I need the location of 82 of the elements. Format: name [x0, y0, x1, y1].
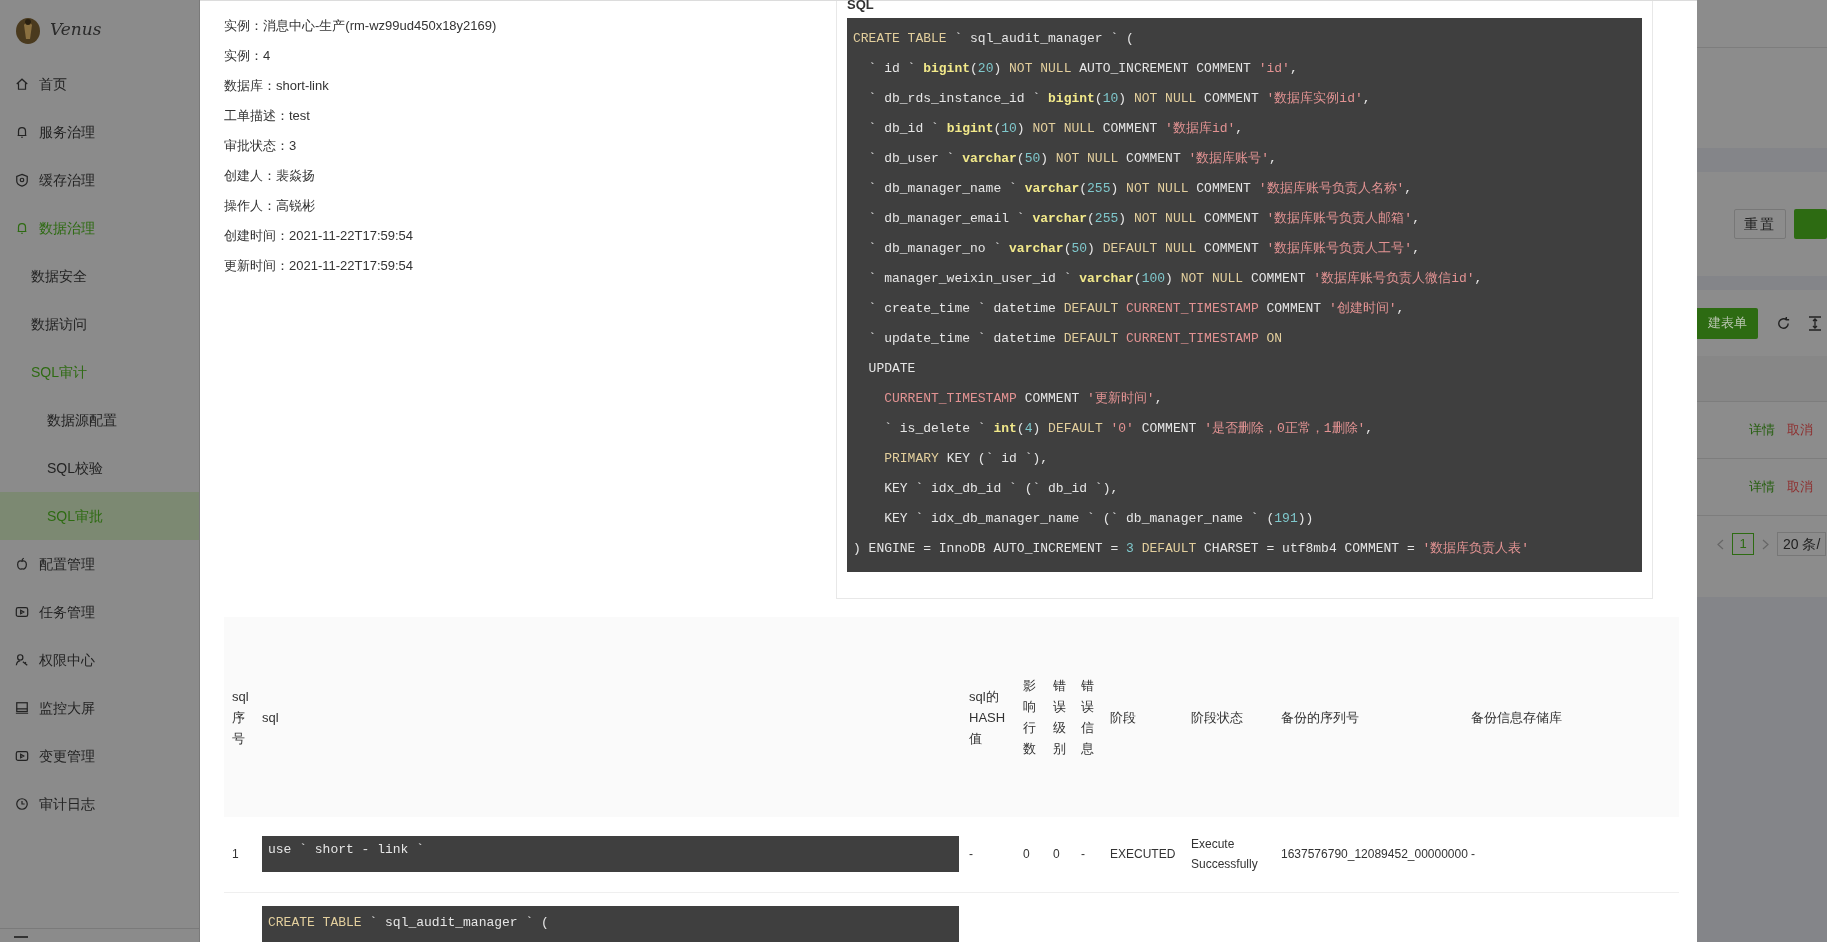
sidebar-item[interactable]: 服务治理	[0, 108, 199, 156]
column-header: sql序号	[224, 617, 257, 817]
detail-line: 操作人：高锐彬	[224, 197, 316, 215]
home-icon	[15, 77, 29, 91]
table-cell: 0	[1023, 847, 1030, 862]
sidebar-item[interactable]: 数据源配置	[0, 396, 199, 444]
apple-icon	[15, 557, 29, 571]
code-line: ) ENGINE = InnoDB AUTO_INCREMENT = 3 DEFAULT CHARSET = utf8mb4 COMMENT = '数据库负责人表'	[853, 540, 1531, 558]
collapse-icon[interactable]	[14, 936, 28, 939]
column-header: 影响行数	[1018, 617, 1048, 817]
column-height-icon[interactable]	[1809, 315, 1821, 331]
monitor-icon	[15, 701, 29, 715]
sidebar-item[interactable]: 权限中心	[0, 636, 199, 684]
code-line: KEY ` idx_db_manager_name ` (` db_manager_name ` (191))	[883, 510, 1315, 528]
table-cell: 0	[1053, 847, 1060, 862]
column-header: 备份信息存储库	[1466, 617, 1679, 817]
clock-icon	[15, 797, 29, 811]
code-line: ` db_manager_no ` varchar(50) DEFAULT NULL COMMENT '数据库账号负责人工号',	[867, 240, 1421, 258]
cancel-link[interactable]: 取消	[1787, 420, 1813, 440]
table-cell: -	[1081, 847, 1085, 862]
play-icon	[15, 749, 29, 763]
page-size-select[interactable]: 20 条/	[1777, 532, 1827, 556]
code-line: ` is_delete ` int(4) DEFAULT '0' COMMENT '是否删除，0正常，1删除',	[883, 420, 1375, 438]
table-cell: EXECUTED	[1110, 847, 1176, 862]
code-line: ` create_time ` datetime DEFAULT CURRENT_TIMESTAMP COMMENT '创建时间',	[867, 300, 1406, 318]
code-line: ` db_manager_email ` varchar(255) NOT NULL COMMENT '数据库账号负责人邮箱',	[867, 210, 1421, 228]
detail-line: 实例：消息中心-生产(rm-wz99ud450x18y2169)	[224, 17, 498, 35]
table-cell: 1	[232, 847, 239, 862]
code-line: ` db_manager_name ` varchar(255) NOT NULL COMMENT '数据库账号负责人名称',	[867, 180, 1414, 198]
sidebar-item[interactable]: 首页	[0, 60, 199, 108]
detail-line: 创建人：裴焱扬	[224, 167, 316, 185]
bell-icon	[15, 221, 29, 235]
refresh-icon[interactable]	[1776, 315, 1791, 331]
reset-button[interactable]: 重置	[1734, 209, 1787, 239]
sidebar-item[interactable]: 变更管理	[0, 732, 199, 780]
table-cell: 1637576790_12089452_00000000	[1281, 847, 1468, 862]
table-cell: -	[1471, 847, 1475, 862]
cancel-link[interactable]: 取消	[1787, 477, 1813, 497]
code-line: ` update_time ` datetime DEFAULT CURRENT_TIMESTAMP ON	[867, 330, 1284, 348]
code-line: KEY ` idx_db_id ` (` db_id `),	[883, 480, 1120, 498]
table-cell: -	[969, 847, 973, 862]
column-header: 阶段状态	[1186, 617, 1276, 817]
code-line: UPDATE	[867, 360, 917, 378]
code-line: CREATE TABLE ` sql_audit_manager ` (	[853, 30, 1135, 48]
code-line: ` id ` bigint(20) NOT NULL AUTO_INCREMENT COMMENT 'id',	[867, 60, 1299, 78]
code-line: PRIMARY KEY (` id `),	[883, 450, 1050, 468]
sidebar-item[interactable]: 审计日志	[0, 780, 199, 828]
table-cell: Execute Successfully	[1191, 837, 1258, 872]
column-header: 错误信息	[1076, 617, 1105, 817]
sidebar-item[interactable]: SQL校验	[0, 444, 199, 492]
code-line: use ` short - link `	[268, 841, 426, 860]
detail-line: 实例：4	[224, 47, 272, 65]
column-header: sql	[257, 617, 964, 817]
card-title: SQL	[847, 0, 875, 14]
column-header: 备份的序列号	[1276, 617, 1466, 817]
column-header: 阶段	[1105, 617, 1186, 817]
detail-line: 审批状态：3	[224, 137, 298, 155]
column-header: sql的HASH值	[964, 617, 1018, 817]
emblem-icon	[14, 15, 42, 45]
detail-line: 数据库：short-link	[224, 77, 330, 95]
shield-icon	[15, 173, 29, 187]
column-header: 错误级别	[1048, 617, 1076, 817]
sidebar-item[interactable]: 数据安全	[0, 252, 199, 300]
code-line: ` db_user ` varchar(50) NOT NULL COMMENT '数据库账号',	[867, 150, 1278, 168]
play-icon	[15, 605, 29, 619]
code-line: ` db_id ` bigint(10) NOT NULL COMMENT '数据库id',	[867, 120, 1245, 138]
detail-line: 工单描述：test	[224, 107, 311, 125]
bell-icon	[15, 125, 29, 139]
detail-line: 更新时间：2021-11-22T17:59:54	[224, 257, 415, 275]
sidebar-item[interactable]: 缓存治理	[0, 156, 199, 204]
sidebar-item[interactable]: 数据访问	[0, 300, 199, 348]
code-line: ` db_rds_instance_id ` bigint(10) NOT NULL COMMENT '数据库实例id',	[867, 90, 1372, 108]
sidebar-item[interactable]: 监控大屏	[0, 684, 199, 732]
create-form-button[interactable]: 建表单	[1697, 307, 1758, 339]
code-line: CREATE TABLE ` sql_audit_manager ` (	[268, 913, 550, 932]
detail-line: 创建时间：2021-11-22T17:59:54	[224, 227, 415, 245]
code-line: ` manager_weixin_user_id ` varchar(100) NOT NULL COMMENT '数据库账号负责人微信id',	[867, 270, 1484, 288]
sidebar-item[interactable]: 任务管理	[0, 588, 199, 636]
code-line: CURRENT_TIMESTAMP COMMENT '更新时间',	[883, 390, 1164, 408]
sidebar-item[interactable]: 配置管理	[0, 540, 199, 588]
user-key-icon	[15, 653, 29, 667]
logo-text: Venus	[50, 18, 102, 42]
